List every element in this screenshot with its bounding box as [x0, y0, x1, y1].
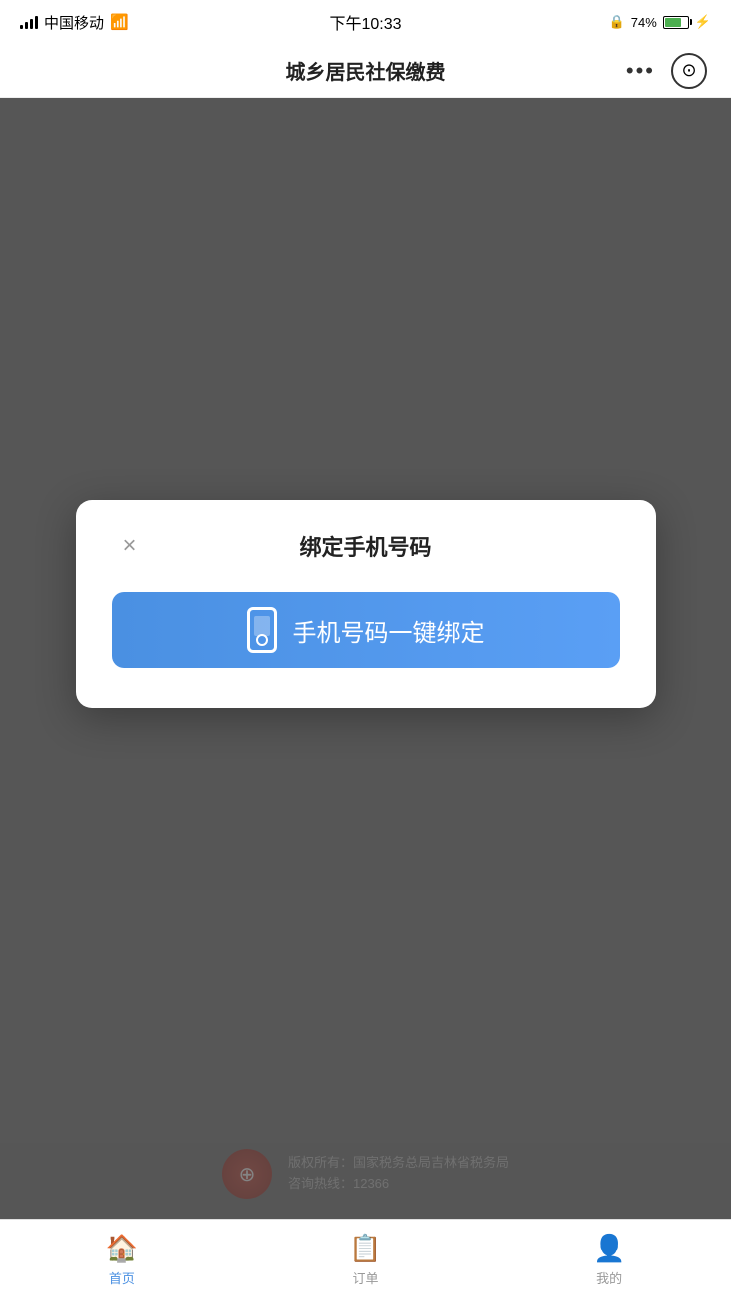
tab-home[interactable]: 🏠 首页 — [0, 1233, 244, 1287]
battery-percent: 74% — [631, 15, 657, 30]
record-button[interactable]: ⊙ — [671, 53, 707, 89]
battery-icon — [663, 16, 689, 29]
signal-icon — [20, 15, 38, 29]
tab-home-label: 首页 — [109, 1268, 135, 1287]
bind-phone-dialog: × 绑定手机号码 手机号码一键绑定 — [76, 500, 656, 708]
phone-icon — [247, 607, 277, 653]
tab-bar: 🏠 首页 📋 订单 👤 我的 — [0, 1219, 731, 1299]
status-bar-left: 中国移动 📶 — [20, 12, 129, 33]
status-bar: 中国移动 📶 下午10:33 🔒 74% ⚡ — [0, 0, 731, 44]
dialog-close-button[interactable]: × — [112, 528, 148, 564]
lock-icon: 🔒 — [609, 14, 625, 30]
more-options-button[interactable]: ••• — [626, 58, 655, 84]
wifi-icon: 📶 — [110, 13, 129, 31]
status-bar-time: 下午10:33 — [329, 10, 401, 34]
tab-orders-label: 订单 — [353, 1268, 379, 1287]
carrier-label: 中国移动 — [44, 12, 104, 33]
charge-icon: ⚡ — [695, 14, 711, 30]
status-bar-right: 🔒 74% ⚡ — [609, 14, 711, 30]
tab-orders[interactable]: 📋 订单 — [244, 1233, 488, 1287]
dialog-title: 绑定手机号码 — [299, 530, 431, 562]
tab-mine[interactable]: 👤 我的 — [487, 1233, 731, 1287]
nav-actions: ••• ⊙ — [626, 53, 707, 89]
orders-icon: 📋 — [349, 1233, 381, 1264]
bind-button-label: 手机号码一键绑定 — [293, 613, 485, 648]
mine-icon: 👤 — [593, 1233, 625, 1264]
record-icon: ⊙ — [681, 60, 696, 81]
bind-phone-button[interactable]: 手机号码一键绑定 — [112, 592, 620, 668]
page-title: 城乡居民社保缴费 — [286, 56, 446, 85]
nav-bar: 城乡居民社保缴费 ••• ⊙ — [0, 44, 731, 98]
home-icon: 🏠 — [106, 1233, 138, 1264]
dialog-header: × 绑定手机号码 — [112, 530, 620, 562]
tab-mine-label: 我的 — [596, 1268, 622, 1287]
